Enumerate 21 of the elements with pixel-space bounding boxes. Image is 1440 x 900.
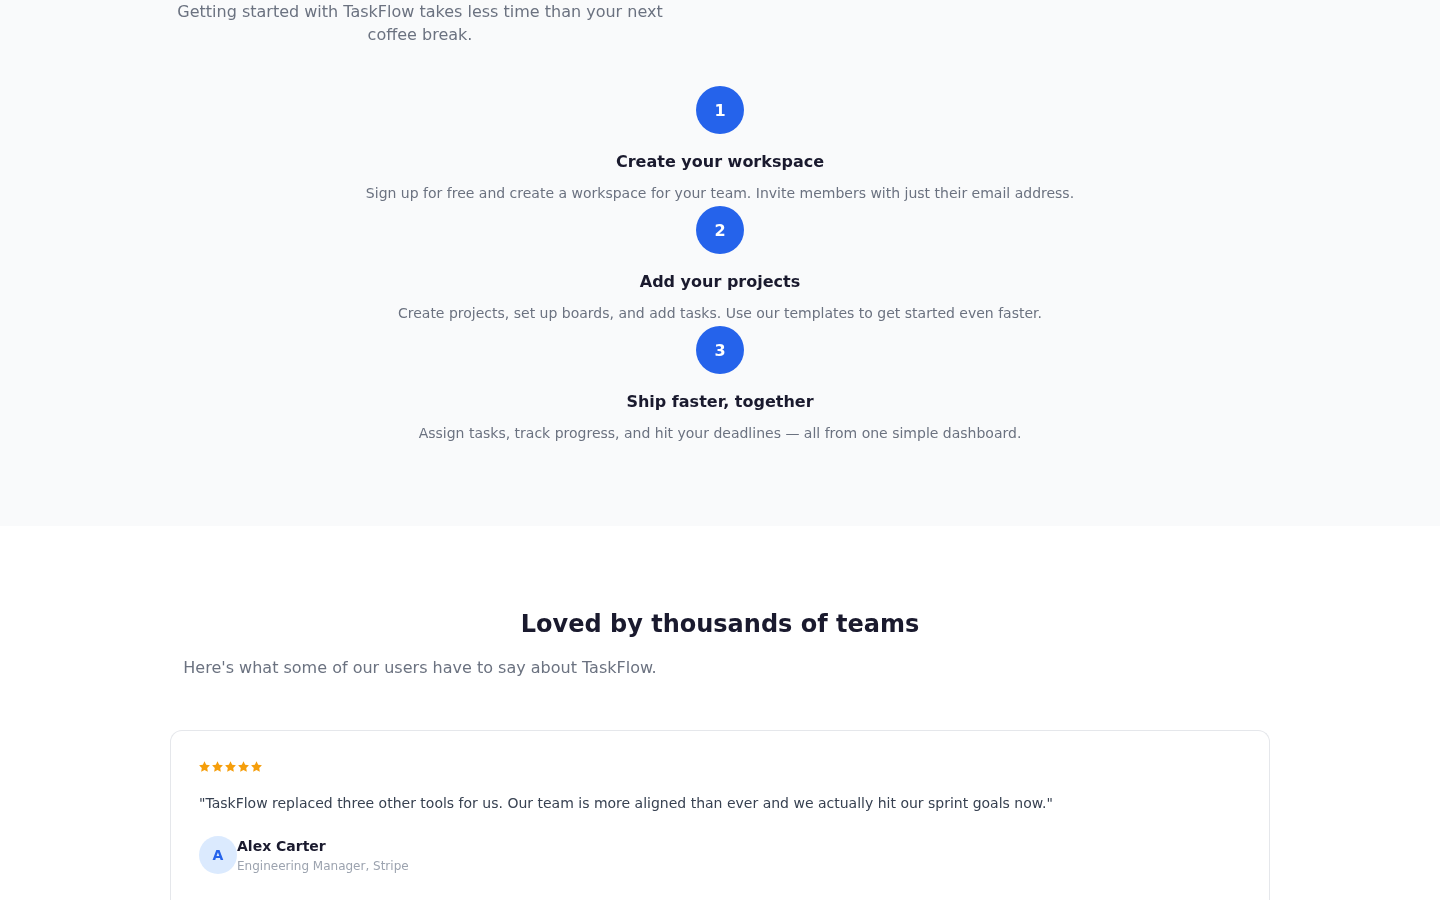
step-title: Create your workspace	[615, 151, 824, 173]
star-icon	[199, 761, 210, 772]
step-title: Add your projects	[639, 271, 801, 293]
step-number: 1	[696, 86, 744, 134]
section-subtitle: Here's what some of our users have to say about TaskFlow.	[182, 657, 658, 679]
star-icon	[225, 761, 236, 772]
star-icon	[251, 761, 262, 772]
step-title: Ship faster, together	[626, 391, 814, 413]
step-description: Create projects, set up boards, and add tasks. Use our templates to get started even faster.	[397, 304, 1042, 323]
step-description: Assign tasks, track progress, and hit your deadlines — all from one simple dashboard.	[418, 424, 1022, 443]
section-heading: Loved by thousands of teams	[520, 609, 920, 640]
step-number: 2	[696, 206, 744, 254]
step-description: Sign up for free and create a workspace for your team. Invite members with just their email address.	[365, 184, 1075, 203]
author-name: Alex Carter	[237, 837, 327, 856]
star-icon	[212, 761, 223, 772]
star-icon	[238, 761, 249, 772]
step-number: 3	[696, 326, 744, 374]
intro-text: Getting started with TaskFlow takes less time than your next coffee break.	[176, 1, 664, 46]
avatar: A	[199, 836, 237, 874]
testimonial-quote: "TaskFlow replaced three other tools for us. Our team is more aligned than ever and we actually hit our sprint goals now."	[199, 794, 1054, 813]
author-role: Engineering Manager, Stripe	[237, 858, 409, 875]
